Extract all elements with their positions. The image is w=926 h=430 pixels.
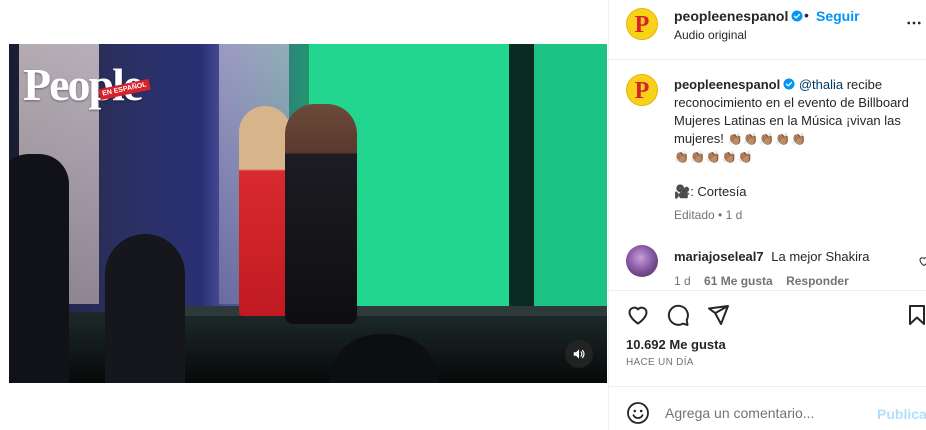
speaker-icon [573,349,585,359]
bookmark-icon[interactable] [905,303,926,327]
camera-emoji: 🎥 [674,184,691,199]
stage-screen-right [534,44,607,324]
comment-meta: 1 d 61 Me gusta Responder [674,274,859,288]
publish-button[interactable]: Publicar [877,406,926,422]
post-actions: 10.692 Me gusta HACE UN DÍA [609,290,926,386]
verified-icon [783,78,795,90]
media-column: People EN ESPAÑOL [0,0,608,430]
likes-count[interactable]: 10.692 Me gusta [626,337,726,352]
stage-edge [169,306,607,316]
comment-input[interactable] [665,399,865,427]
comment-likes[interactable]: 61 Me gusta [704,274,773,288]
commenter-username[interactable]: mariajoseleal7 [674,249,764,264]
header-separator: • [804,7,809,23]
comment-text: mariajoseleal7 La mejor Shakira [674,249,870,264]
post-header: P peopleenespanol • Seguir Audio origina… [609,0,926,60]
comment-like-icon[interactable] [918,255,926,267]
audience-silhouette [105,234,185,383]
edited-label: Editado • 1 d [674,208,743,222]
clap-emojis: 👏🏽👏🏽👏🏽👏🏽👏🏽 [674,150,754,164]
heart-icon[interactable] [626,303,650,327]
person-red-dress [239,106,291,316]
emoji-icon[interactable] [626,401,650,425]
post-video[interactable]: People EN ESPAÑOL [9,44,607,383]
caption-text: peopleenespanol @thalia recibe reconocim… [674,76,924,166]
caption-mention[interactable]: @thalia [799,77,843,92]
audience-silhouette [9,154,69,383]
reply-button[interactable]: Responder [786,274,849,288]
commenter-avatar[interactable] [626,245,658,277]
person-black-dress [285,104,357,324]
post-side-panel: P peopleenespanol • Seguir Audio origina… [608,0,926,430]
comment-body: La mejor Shakira [771,249,870,264]
author-avatar[interactable]: P [626,8,658,40]
send-icon[interactable] [706,303,730,327]
post-time[interactable]: HACE UN DÍA [626,357,694,368]
comment-composer: Publicar [609,386,926,430]
caption-avatar[interactable]: P [626,74,658,106]
comment-icon[interactable] [666,303,690,327]
follow-button[interactable]: Seguir [816,8,860,24]
verified-icon [791,10,803,22]
caption-username[interactable]: peopleenespanol [674,77,780,92]
author-username[interactable]: peopleenespanol [674,8,803,24]
more-options-icon[interactable] [905,14,923,32]
clap-emojis: 👏🏽👏🏽👏🏽👏🏽👏🏽 [727,132,808,146]
mute-button[interactable] [565,340,593,368]
audio-label[interactable]: Audio original [674,28,747,42]
stage-pillar [509,44,534,324]
caption-credit: 🎥: Cortesía [674,184,747,199]
comment-time[interactable]: 1 d [674,274,691,288]
